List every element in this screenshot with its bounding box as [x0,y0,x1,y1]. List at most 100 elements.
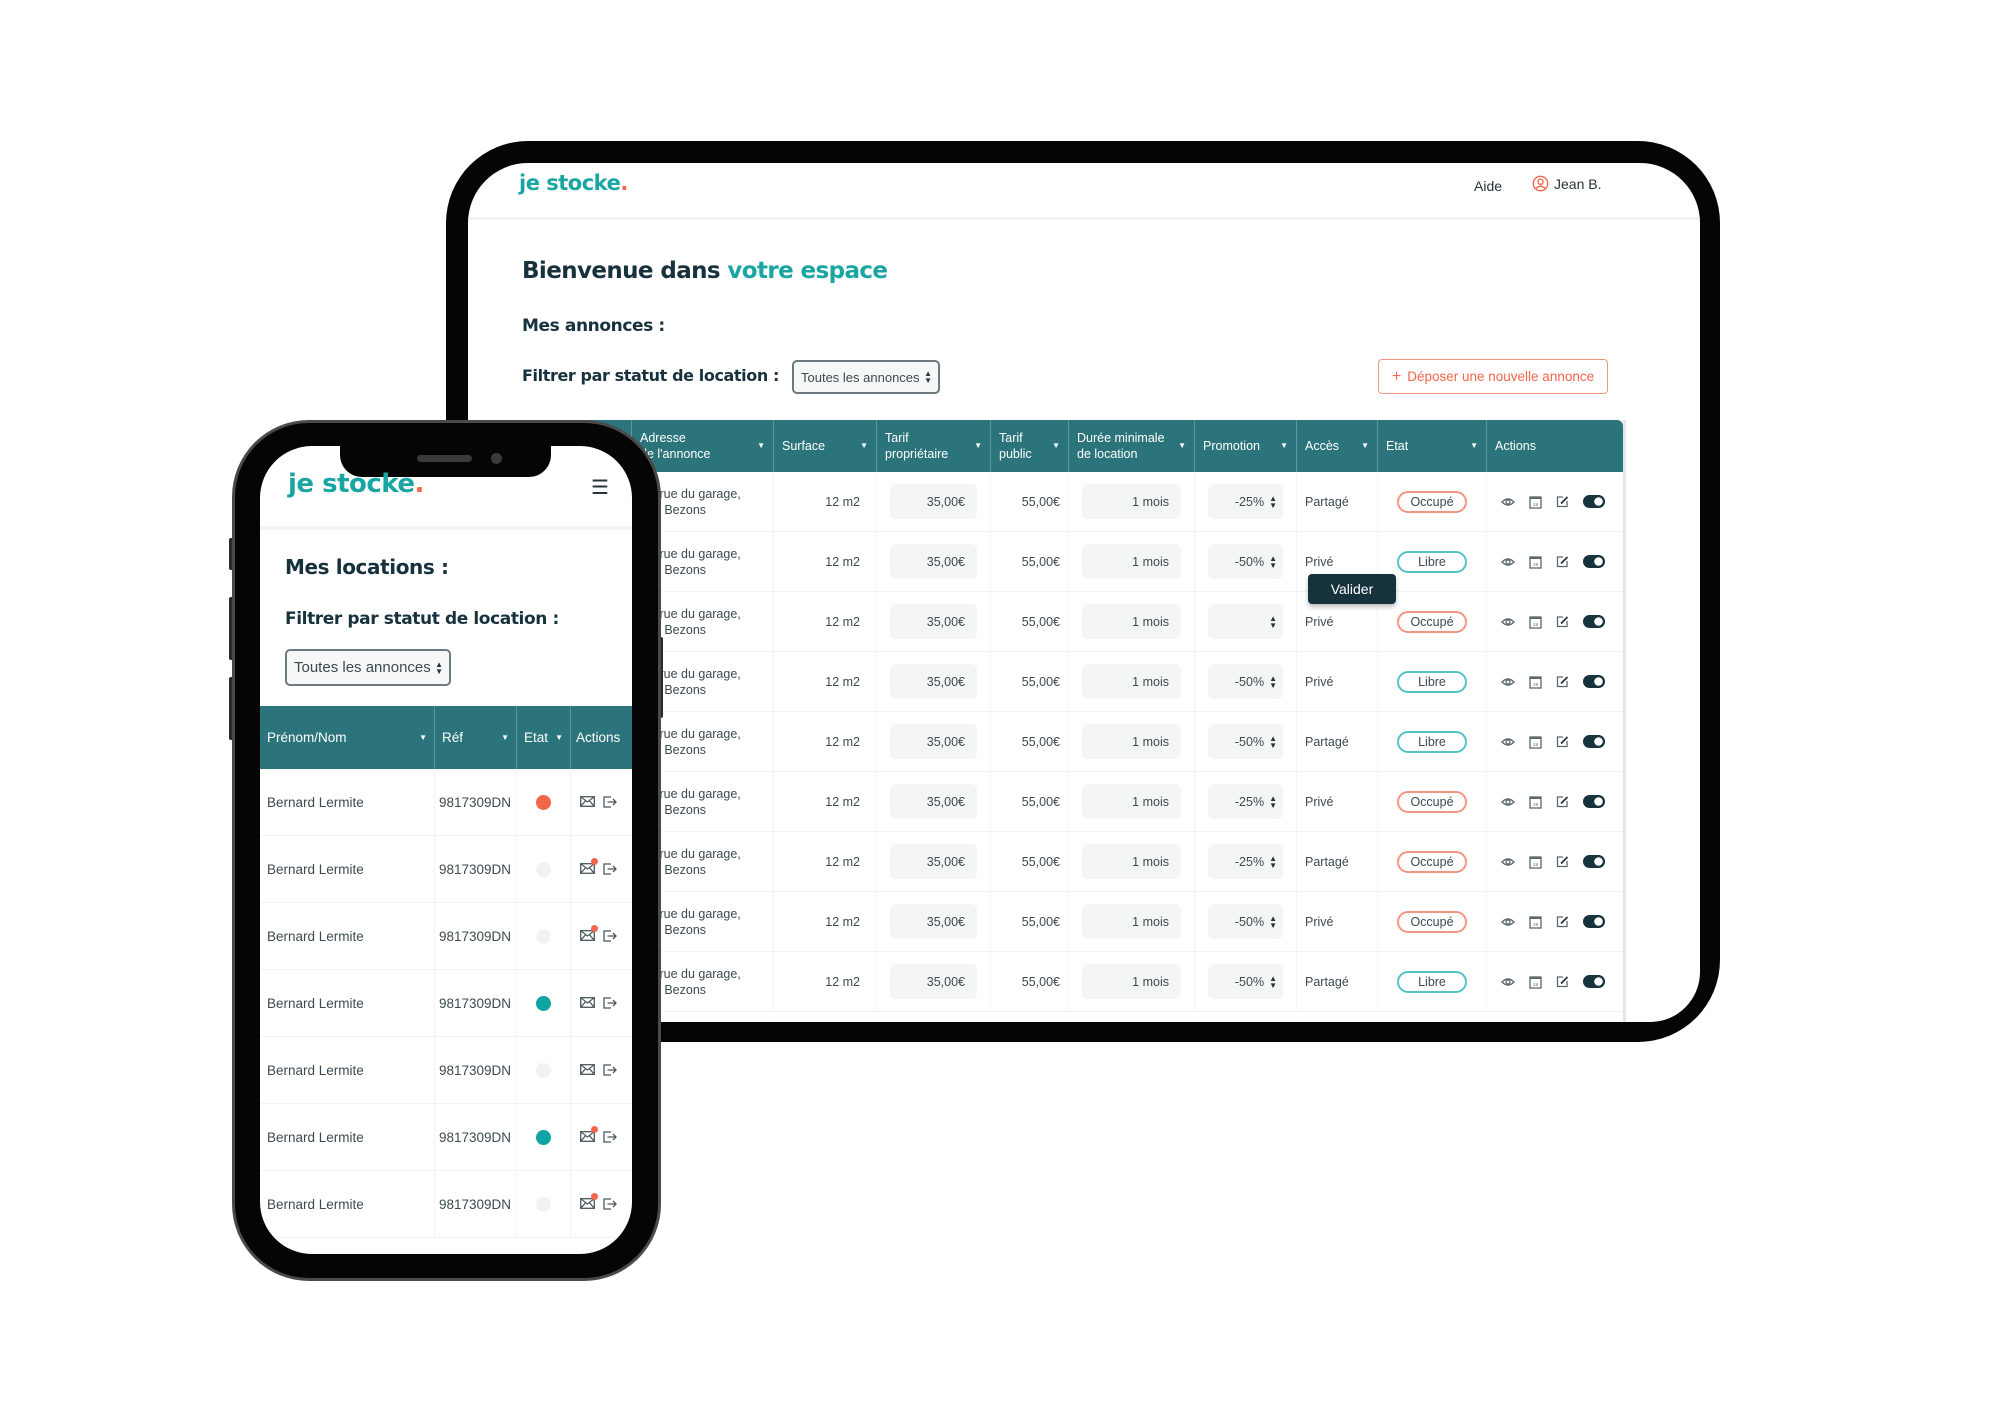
logout-icon[interactable] [603,863,618,875]
table-row[interactable]: bis rue du garage, 063 Bezons 12 m2 35,00€ 5… [519,652,1623,712]
promotion-stepper[interactable]: ▲ ▼ [1208,604,1283,639]
table-row[interactable]: bis rue du garage, 063 Bezons 12 m2 35,00€ 5… [519,712,1623,772]
logout-icon[interactable] [603,1131,618,1143]
sort-caret-icon[interactable]: ▼ [757,438,765,454]
table-row[interactable]: bis rue du garage, 063 Bezons 12 m2 35,00€ 5… [519,892,1623,952]
promotion-stepper[interactable]: -25% ▲ ▼ [1208,844,1283,879]
column-header[interactable]: Adresse de l'annonce ▼ [632,420,774,472]
promotion-stepper[interactable]: -50% ▲ ▼ [1208,904,1283,939]
logout-icon[interactable] [603,997,618,1009]
toggle-on-icon[interactable] [1583,975,1605,988]
toggle-on-icon[interactable] [1583,675,1605,688]
eye-icon[interactable] [1501,917,1515,927]
promotion-stepper[interactable]: -50% ▲ ▼ [1208,964,1283,999]
column-header[interactable]: Prénom/Nom ▼ [260,706,435,769]
eye-icon[interactable] [1501,857,1515,867]
min-duration-input[interactable]: 1 mois [1082,664,1181,699]
stepper-arrows-icon[interactable]: ▲ ▼ [1269,554,1277,569]
stepper-arrows-icon[interactable]: ▲ ▼ [1269,854,1277,869]
calendar-icon[interactable]: 19 [1529,675,1542,689]
min-duration-input[interactable]: 1 mois [1082,604,1181,639]
calendar-icon[interactable]: 19 [1529,555,1542,569]
promotion-stepper[interactable]: -25% ▲ ▼ [1208,784,1283,819]
logout-icon[interactable] [603,930,618,942]
logout-icon[interactable] [603,1198,618,1210]
stepper-arrows-icon[interactable]: ▲ ▼ [1269,614,1277,629]
edit-icon[interactable] [1556,915,1569,928]
min-duration-input[interactable]: 1 mois [1082,964,1181,999]
sort-caret-icon[interactable]: ▼ [974,438,982,454]
owner-price-input[interactable]: 35,00€ [890,724,977,759]
calendar-icon[interactable]: 19 [1529,915,1542,929]
eye-icon[interactable] [1501,557,1515,567]
column-header[interactable]: Tarif propriétaire ▼ [877,420,991,472]
promotion-stepper[interactable]: -25% ▲ ▼ [1208,484,1283,519]
eye-icon[interactable] [1501,677,1515,687]
calendar-icon[interactable]: 19 [1529,495,1542,509]
edit-icon[interactable] [1556,495,1569,508]
eye-icon[interactable] [1501,737,1515,747]
owner-price-input[interactable]: 35,00€ [890,484,977,519]
stepper-arrows-icon[interactable]: ▲ ▼ [1269,734,1277,749]
stepper-arrows-icon[interactable]: ▲ ▼ [1269,794,1277,809]
calendar-icon[interactable]: 19 [1529,975,1542,989]
table-row[interactable]: Bernard Lermite 9817309DN [260,1104,632,1171]
sort-caret-icon[interactable]: ▼ [1178,438,1186,454]
toggle-on-icon[interactable] [1583,735,1605,748]
mail-icon[interactable] [580,1125,598,1145]
table-row[interactable]: Bernard Lermite 9817309DN [260,1171,632,1238]
mail-icon[interactable] [580,924,598,944]
owner-price-input[interactable]: 35,00€ [890,784,977,819]
table-row[interactable]: bis rue du garage, 063 Bezons 12 m2 35,00€ 5… [519,472,1623,532]
sort-caret-icon[interactable]: ▼ [860,438,868,454]
table-row[interactable]: bis rue du garage, 063 Bezons 12 m2 35,00€ 5… [519,772,1623,832]
column-header[interactable]: Etat ▼ [1378,420,1487,472]
owner-price-input[interactable]: 35,00€ [890,664,977,699]
column-header[interactable]: Actions [1487,420,1623,472]
edit-icon[interactable] [1556,855,1569,868]
help-link[interactable]: Aide [1474,178,1502,194]
eye-icon[interactable] [1501,977,1515,987]
user-menu[interactable]: Jean B. [1532,175,1601,192]
logo[interactable]: je stocke. [519,171,628,195]
sort-caret-icon[interactable]: ▼ [1052,438,1060,454]
table-row[interactable]: Bernard Lermite 9817309DN [260,970,632,1037]
min-duration-input[interactable]: 1 mois [1082,904,1181,939]
table-row[interactable]: Bernard Lermite 9817309DN [260,903,632,970]
calendar-icon[interactable]: 19 [1529,735,1542,749]
validate-button[interactable]: Valider [1308,574,1396,604]
eye-icon[interactable] [1501,797,1515,807]
edit-icon[interactable] [1556,675,1569,688]
min-duration-input[interactable]: 1 mois [1082,784,1181,819]
mail-icon[interactable] [580,1192,598,1212]
mail-icon[interactable] [580,857,598,877]
stepper-arrows-icon[interactable]: ▲ ▼ [1269,974,1277,989]
column-header[interactable]: Tarif public ▼ [991,420,1069,472]
column-header[interactable]: Actions [571,706,632,769]
sort-caret-icon[interactable]: ▼ [501,733,509,742]
column-header[interactable]: Surface ▼ [774,420,877,472]
owner-price-input[interactable]: 35,00€ [890,544,977,579]
owner-price-input[interactable]: 35,00€ [890,604,977,639]
min-duration-input[interactable]: 1 mois [1082,844,1181,879]
status-filter-select[interactable]: Toutes les annonces ▲ ▼ [285,649,451,686]
calendar-icon[interactable]: 19 [1529,855,1542,869]
edit-icon[interactable] [1556,975,1569,988]
stepper-arrows-icon[interactable]: ▲ ▼ [1269,674,1277,689]
hamburger-menu-icon[interactable]: ☰ [591,475,609,500]
table-row[interactable]: bis rue du garage, 063 Bezons 12 m2 35,00€ 5… [519,952,1623,1012]
stepper-arrows-icon[interactable]: ▲ ▼ [1269,914,1277,929]
toggle-on-icon[interactable] [1583,495,1605,508]
edit-icon[interactable] [1556,735,1569,748]
edit-icon[interactable] [1556,615,1569,628]
promotion-stepper[interactable]: -50% ▲ ▼ [1208,724,1283,759]
min-duration-input[interactable]: 1 mois [1082,544,1181,579]
toggle-on-icon[interactable] [1583,795,1605,808]
table-row[interactable]: bis rue du garage, 063 Bezons 12 m2 35,00€ 5… [519,832,1623,892]
status-filter-select[interactable]: Toutes les annonces ▲ ▼ [792,360,940,394]
logo[interactable]: je stocke. [288,469,424,499]
table-scrollbar[interactable] [1623,420,1626,1022]
toggle-on-icon[interactable] [1583,555,1605,568]
column-header[interactable]: Réf ▼ [435,706,517,769]
edit-icon[interactable] [1556,555,1569,568]
